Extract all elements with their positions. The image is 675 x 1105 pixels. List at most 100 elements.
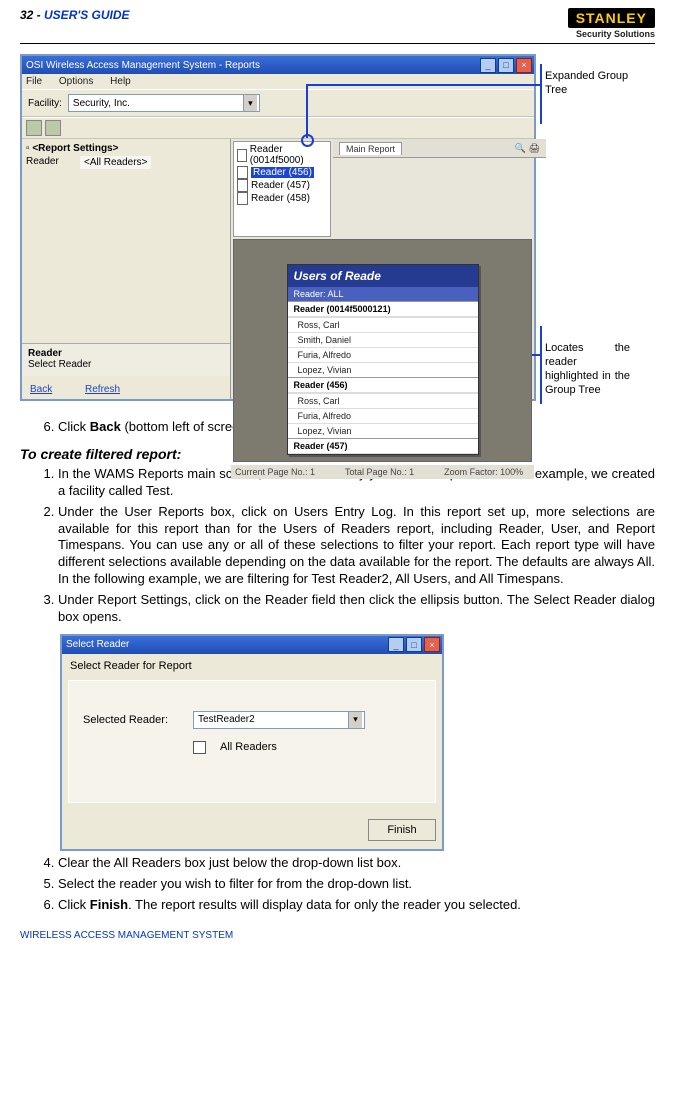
tree-item-label[interactable]: Reader (0014f5000) [250, 144, 327, 166]
report-settings: ▫ <Report Settings> Reader <All Readers> [22, 139, 230, 173]
facility-value: Security, Inc. [73, 98, 130, 109]
dialog-close-button[interactable]: × [424, 637, 440, 652]
annotation-line-1a [306, 84, 540, 86]
selected-reader-dropdown[interactable]: TestReader2 [193, 711, 365, 729]
refresh-link[interactable]: Refresh [85, 384, 120, 395]
brand-logo: STANLEY Security Solutions [568, 8, 655, 39]
select-reader-dialog: Select Reader _ □ × Select Reader for Re… [60, 634, 444, 851]
link-row: Back Refresh [22, 376, 230, 399]
dialog-title: Select Reader [66, 639, 129, 650]
dialog-minimize-button[interactable]: _ [388, 637, 404, 652]
page-header: 32 - USER'S GUIDE [20, 8, 130, 22]
step6-bold: Back [90, 419, 121, 434]
guide-label: USER'S GUIDE [44, 8, 130, 22]
dialog-maximize-button[interactable]: □ [406, 637, 422, 652]
tree-item: Reader (456) [237, 166, 327, 179]
annotation-rule-1 [540, 64, 542, 124]
menu-options[interactable]: Options [59, 76, 93, 87]
page-footer: WIRELESS ACCESS MANAGEMENT SYSTEM [20, 930, 655, 941]
dialog-panel: Selected Reader: TestReader2 All Readers [68, 680, 436, 803]
menu-file[interactable]: File [26, 76, 42, 87]
dialog-titlebar[interactable]: Select Reader _ □ × [62, 636, 442, 654]
reports-window: OSI Wireless Access Management System - … [20, 54, 536, 401]
step-5: Select the reader you wish to filter for… [58, 876, 655, 893]
selected-reader-label: Selected Reader: [83, 714, 183, 726]
report-viewer[interactable]: Users of Reade Reader: ALL Reader (0014f… [233, 239, 532, 462]
report-name: Furia, Alfredo [288, 347, 478, 362]
left-pane: ▫ <Report Settings> Reader <All Readers>… [22, 139, 231, 399]
annotation-expanded-tree: Expanded Group Tree [545, 70, 630, 98]
finish-button-label: Finish [387, 824, 416, 836]
menu-help[interactable]: Help [110, 76, 131, 87]
report-name: Ross, Carl [288, 393, 478, 408]
window-titlebar[interactable]: OSI Wireless Access Management System - … [22, 56, 534, 74]
report-name: Smith, Daniel [288, 332, 478, 347]
annotation-locates-1: Locates the reader [545, 342, 630, 370]
report-name: Furia, Alfredo [288, 408, 478, 423]
page-icon [237, 179, 248, 192]
reader-box-text: Select Reader [28, 359, 91, 370]
figure-reports-window: Expanded Group Tree Locates the reader h… [20, 54, 620, 401]
minimize-button[interactable]: _ [480, 58, 496, 73]
finish-button[interactable]: Finish [368, 819, 436, 841]
report-title: Users of Reade [288, 265, 478, 287]
window-title: OSI Wireless Access Management System - … [26, 60, 260, 71]
step-3: Under Report Settings, click on the Read… [58, 592, 655, 626]
annotation-circle-1 [301, 134, 314, 147]
tree-item: Reader (0014f5000) [237, 144, 327, 166]
report-tab[interactable]: Main Report [339, 142, 402, 155]
brand-subtitle: Security Solutions [568, 29, 655, 39]
step-finish-a: Click [58, 897, 90, 912]
tree-item-label-selected[interactable]: Reader (456) [251, 167, 314, 178]
header-rule [20, 43, 655, 44]
page-icon [237, 149, 247, 162]
report-toolbar: Main Report 🔍 🖨 [333, 139, 546, 158]
report-section-title: Reader (456) [288, 377, 478, 393]
report-settings-title: <Report Settings> [32, 143, 118, 154]
brand-name: STANLEY [568, 8, 655, 28]
menubar: File Options Help [22, 74, 534, 89]
report-section-title: Reader (457) [288, 438, 478, 454]
status-current-page: Current Page No.: 1 [235, 467, 315, 477]
icon-toolbar [22, 117, 534, 139]
report-section-title: Reader (0014f5000121) [288, 301, 478, 317]
report-page: Users of Reade Reader: ALL Reader (0014f… [287, 264, 479, 455]
facility-toolbar: Facility: Security, Inc. [22, 89, 534, 117]
step6-a: Click [58, 419, 90, 434]
dialog-panel-title: Select Reader for Report [62, 654, 442, 674]
status-zoom: Zoom Factor: 100% [444, 467, 523, 477]
selected-reader-value: TestReader2 [198, 714, 255, 725]
step-4: Clear the All Readers box just below the… [58, 855, 655, 872]
group-tree[interactable]: Reader (0014f5000) Reader (456) Reader (… [233, 141, 331, 237]
toolbar-icon-1[interactable] [26, 120, 42, 136]
reader-box-title: Reader [28, 348, 224, 359]
report-name: Ross, Carl [288, 317, 478, 332]
step-list-3: Clear the All Readers box just below the… [58, 855, 655, 914]
step-list-2: In the WAMS Reports main screen, select … [58, 466, 655, 626]
setting-reader-value[interactable]: <All Readers> [80, 156, 151, 169]
page-icon [237, 192, 248, 205]
all-readers-checkbox[interactable] [193, 741, 206, 754]
step-finish-bold: Finish [90, 897, 128, 912]
tree-item: Reader (458) [237, 192, 327, 205]
page-icon [237, 166, 248, 179]
annotation-rule-2 [540, 326, 542, 404]
facility-dropdown[interactable]: Security, Inc. [68, 94, 260, 112]
report-reader-all: Reader: ALL [288, 287, 478, 301]
all-readers-label: All Readers [220, 741, 277, 753]
report-name: Lopez, Vivian [288, 362, 478, 377]
page-number: 32 - [20, 8, 44, 22]
status-total-page: Total Page No.: 1 [345, 467, 414, 477]
toolbar-icon-2[interactable] [45, 120, 61, 136]
tree-item-label[interactable]: Reader (458) [251, 193, 310, 204]
right-pane: Reader (0014f5000) Reader (456) Reader (… [231, 139, 534, 399]
tree-item-label[interactable]: Reader (457) [251, 180, 310, 191]
maximize-button[interactable]: □ [498, 58, 514, 73]
tree-item: Reader (457) [237, 179, 327, 192]
back-link[interactable]: Back [30, 384, 52, 395]
step-finish-b: . The report results will display data f… [128, 897, 521, 912]
report-name: Lopez, Vivian [288, 423, 478, 438]
reader-select-box: Reader Select Reader [22, 343, 230, 376]
step-2: Under the User Reports box, click on Use… [58, 504, 655, 588]
close-button[interactable]: × [516, 58, 532, 73]
